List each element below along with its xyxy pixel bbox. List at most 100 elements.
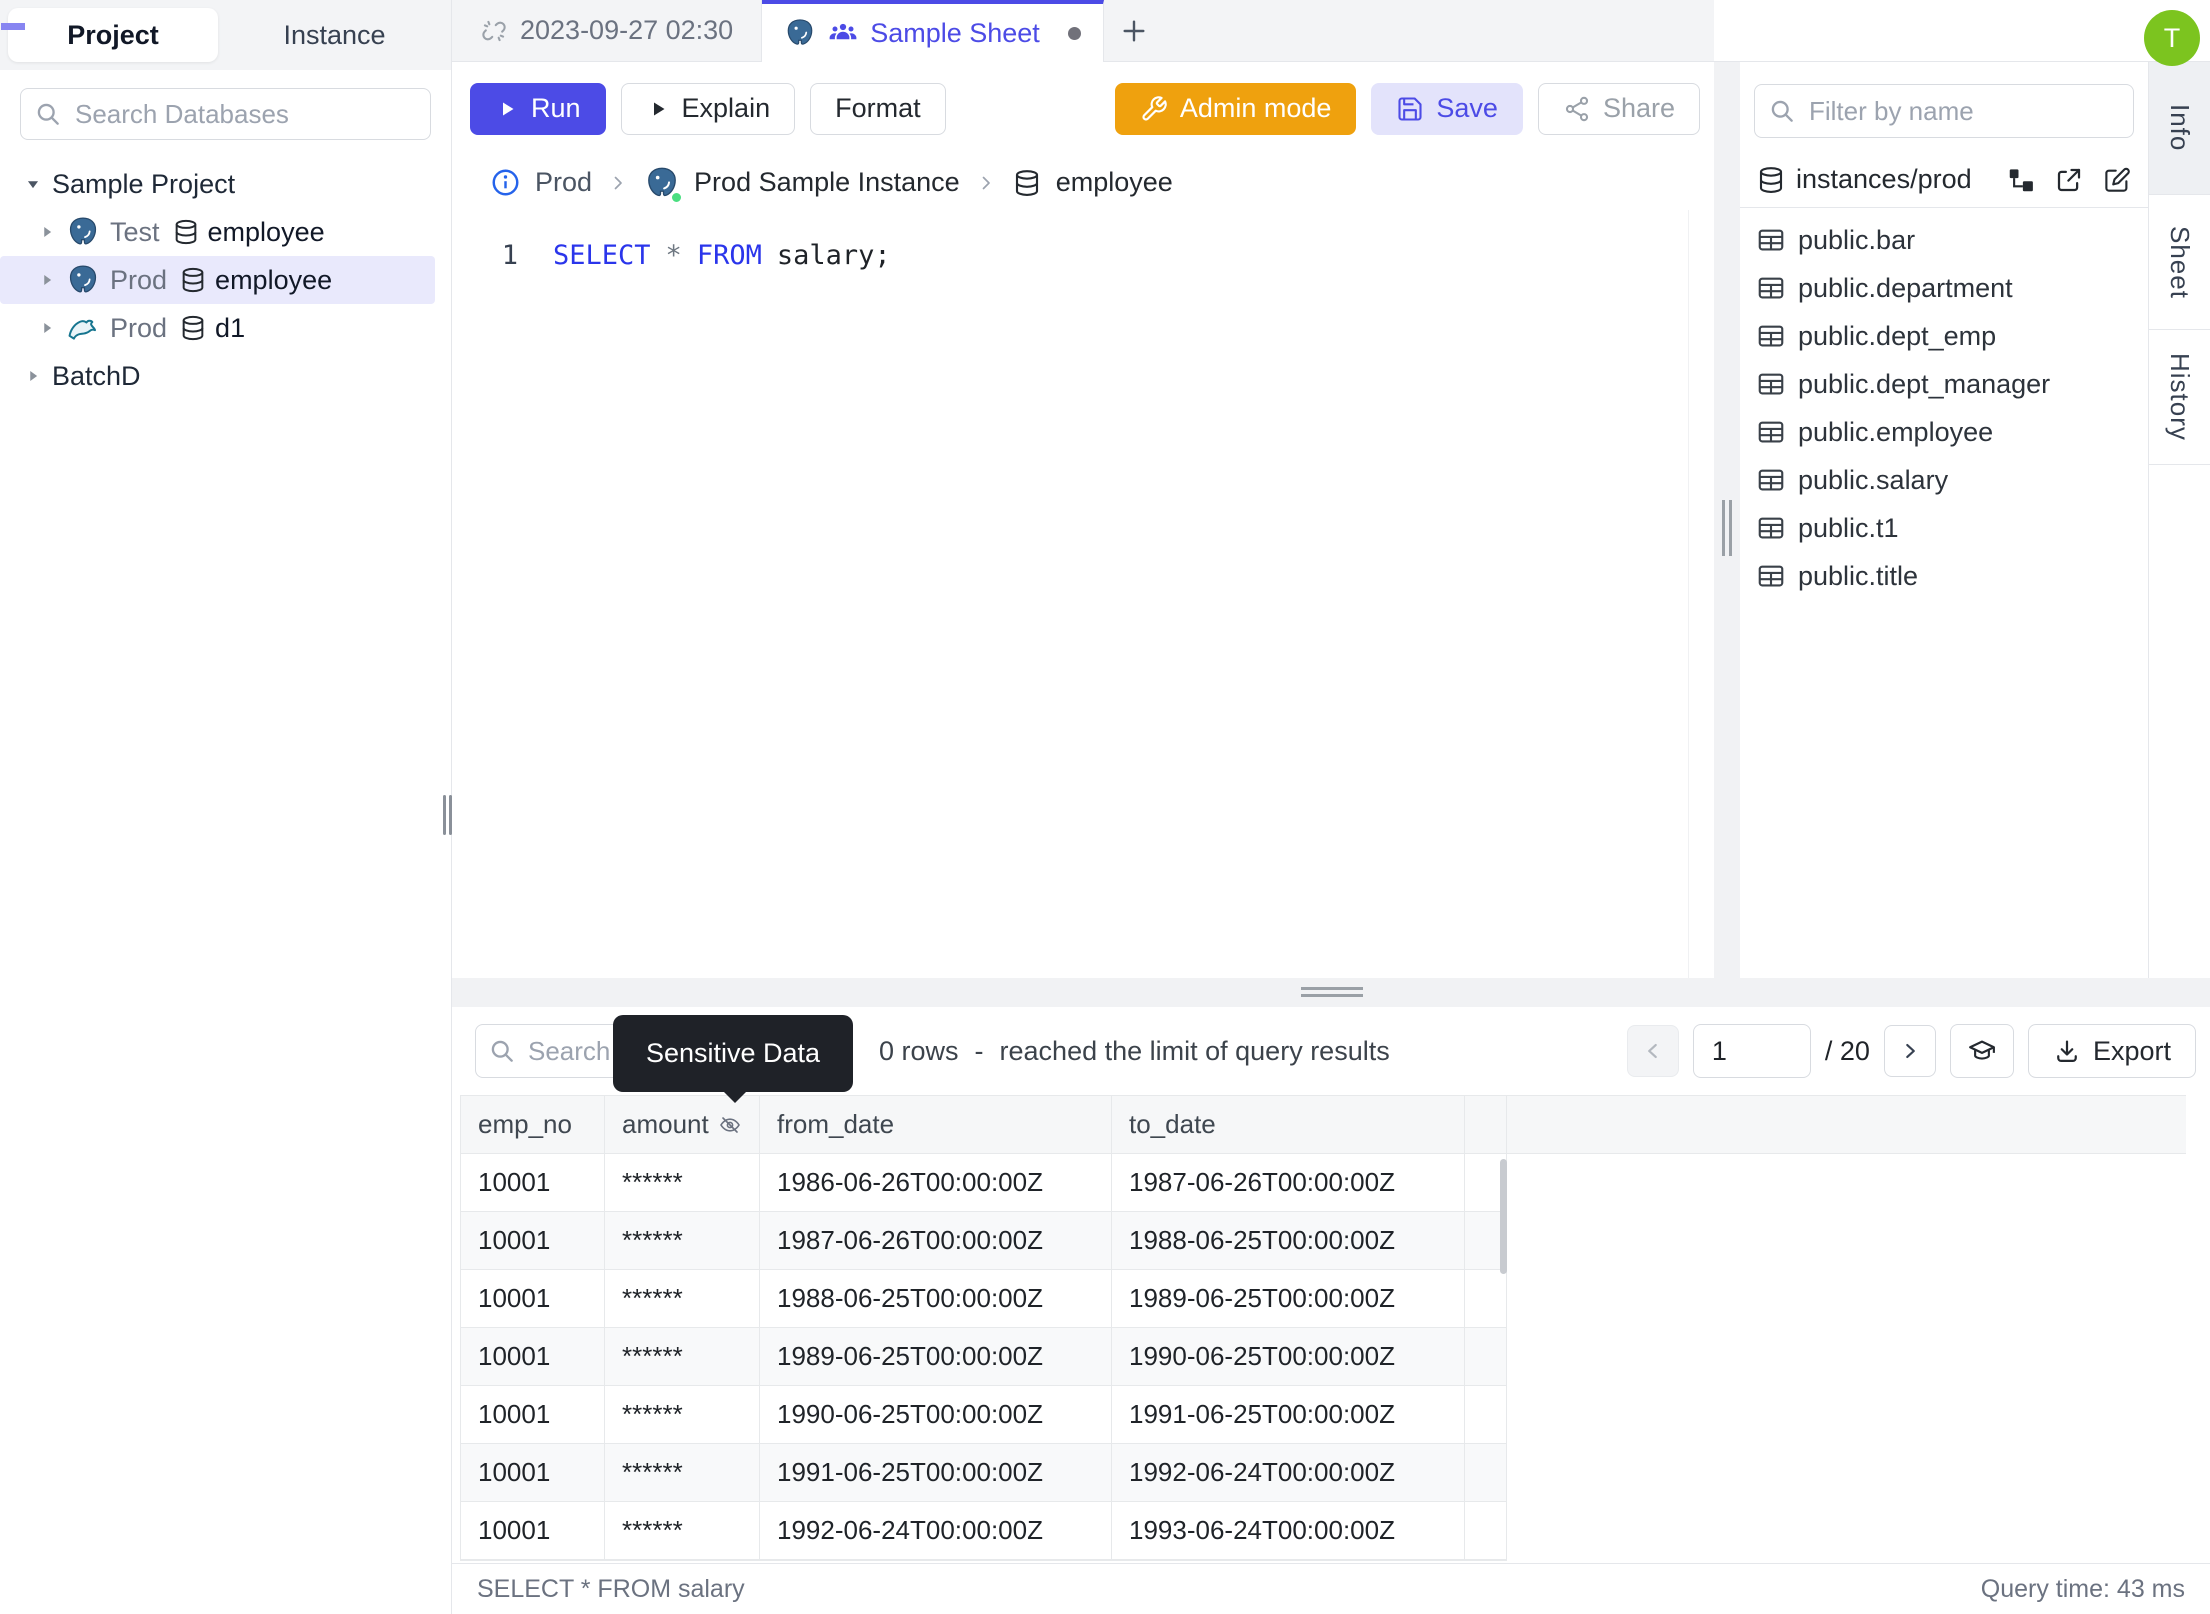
tree-item-prod-employee[interactable]: Prod employee — [0, 256, 435, 304]
info-icon[interactable] — [490, 167, 521, 198]
project-label: BatchD — [52, 360, 141, 391]
table-icon — [1756, 273, 1786, 303]
right-panel-resize-handle[interactable] — [1714, 62, 1740, 978]
table-row[interactable]: 10001 ****** 1989-06-25T00:00:00Z 1990-06-2… — [461, 1328, 1506, 1386]
avatar[interactable]: T — [2144, 10, 2200, 66]
table-scrollbar-thumb[interactable] — [1500, 1159, 1507, 1274]
column-header: to_date — [1112, 1096, 1465, 1153]
chevron-right-icon — [22, 365, 44, 387]
left-sidebar: Project Instance Sample Project Test emp… — [0, 0, 452, 1614]
table-icon — [1756, 561, 1786, 591]
sheet-tab-sample-sheet[interactable]: Sample Sheet — [762, 0, 1104, 62]
play-icon — [495, 97, 519, 121]
plus-icon — [1118, 15, 1150, 47]
share-icon — [1563, 95, 1591, 123]
breadcrumb-database[interactable]: employee — [1056, 167, 1173, 198]
save-button[interactable]: Save — [1371, 82, 1523, 135]
table-header-row: emp_no amount from_date to_date — [461, 1096, 1506, 1154]
admin-mode-button[interactable]: Admin mode — [1114, 82, 1357, 135]
table-row[interactable]: 10001 ****** 1988-06-25T00:00:00Z 1989-06-2… — [461, 1270, 1506, 1328]
run-button[interactable]: Run — [470, 82, 606, 135]
table-list-item[interactable]: public.dept_manager — [1740, 360, 2148, 408]
table-row[interactable]: 10001 ****** 1986-06-26T00:00:00Z 1987-06-2… — [461, 1154, 1506, 1212]
chevron-right-icon — [974, 171, 998, 195]
row-count: 0 rows — [879, 1035, 959, 1066]
eye-off-icon[interactable] — [718, 1113, 742, 1137]
external-link-icon[interactable] — [2054, 165, 2084, 195]
filter-by-name-input[interactable] — [1754, 84, 2134, 138]
side-tab-strip: Info Sheet History — [2148, 62, 2210, 978]
database-search — [20, 88, 431, 140]
table-list: public.bar public.department public.dept… — [1740, 208, 2148, 608]
postgresql-icon — [66, 215, 100, 249]
result-table: emp_no amount from_date to_date 10001 ***… — [460, 1095, 1507, 1561]
table-list-item[interactable]: public.title — [1740, 552, 2148, 600]
sql-editor[interactable]: 1 SELECT * FROM salary; — [452, 210, 1688, 978]
side-tab-history[interactable]: History — [2149, 330, 2210, 465]
page-total: / 20 — [1824, 1035, 1870, 1066]
postgresql-icon — [66, 263, 100, 297]
edit-icon[interactable] — [2102, 165, 2132, 195]
format-button[interactable]: Format — [810, 82, 946, 135]
schema-diagram-icon[interactable] — [2006, 165, 2036, 195]
unlink-icon — [480, 17, 508, 45]
side-tab-info[interactable]: Info — [2149, 62, 2210, 195]
admin-mode-label: Admin mode — [1179, 93, 1332, 123]
sheet-tab-unsaved[interactable]: 2023-09-27 02:30 — [452, 0, 763, 61]
environment-label: Test — [110, 216, 160, 247]
table-icon — [1756, 321, 1786, 351]
next-page-button[interactable] — [1883, 1025, 1936, 1077]
search-databases-input[interactable] — [20, 88, 431, 140]
tab-project[interactable]: Project — [8, 8, 218, 62]
editor-toolbar: Run Explain Format Admin mode Save Share — [452, 62, 1714, 155]
table-list-item[interactable]: public.dept_emp — [1740, 312, 2148, 360]
tab-instance[interactable]: Instance — [218, 20, 451, 51]
result-summary: 0 rows - reached the limit of query resu… — [879, 1035, 1390, 1066]
export-label: Export — [2092, 1035, 2171, 1066]
sheet-tab-bar: 2023-09-27 02:30 Sample Sheet — [452, 0, 1714, 62]
table-row[interactable]: 10001 ****** 1992-06-24T00:00:00Z 1993-06-2… — [461, 1502, 1506, 1560]
column-header: from_date — [760, 1096, 1112, 1153]
table-filter — [1754, 84, 2134, 138]
database-icon — [1012, 168, 1042, 198]
tree-item-test-employee[interactable]: Test employee — [0, 208, 451, 256]
prev-page-button[interactable] — [1626, 1025, 1679, 1077]
share-button[interactable]: Share — [1537, 82, 1700, 135]
table-row[interactable]: 10001 ****** 1990-06-25T00:00:00Z 1991-06-2… — [461, 1386, 1506, 1444]
table-row[interactable]: 10001 ****** 1991-06-25T00:00:00Z 1992-06-2… — [461, 1444, 1506, 1502]
table-list-item[interactable]: public.employee — [1740, 408, 2148, 456]
chevron-right-icon — [36, 221, 58, 243]
query-results-panel: 0 rows - reached the limit of query resu… — [452, 1007, 2210, 1563]
status-dot — [670, 190, 684, 204]
export-button[interactable]: Export — [2027, 1024, 2196, 1078]
sidebar-resize-handle[interactable] — [441, 0, 453, 1614]
learn-button[interactable] — [1949, 1024, 2014, 1078]
result-status-bar: SELECT * FROM salary Query time: 43 ms — [452, 1563, 2210, 1614]
table-list-item[interactable]: public.department — [1740, 264, 2148, 312]
sidebar-tab-switcher: Project Instance — [0, 0, 451, 70]
table-row[interactable]: 10001 ****** 1987-06-26T00:00:00Z 1988-06-2… — [461, 1212, 1506, 1270]
table-list-item[interactable]: public.bar — [1740, 216, 2148, 264]
breadcrumb-environment[interactable]: Prod — [535, 167, 592, 198]
project-label: Sample Project — [52, 168, 236, 199]
table-list-item[interactable]: public.t1 — [1740, 504, 2148, 552]
chevron-down-icon — [22, 173, 44, 195]
page-number-input[interactable] — [1692, 1024, 1811, 1078]
results-resize-handle[interactable] — [452, 978, 2210, 1007]
tree-item-batchd[interactable]: BatchD — [0, 352, 451, 400]
side-tab-sheet[interactable]: Sheet — [2149, 195, 2210, 330]
database-label: employee — [215, 264, 333, 295]
tree-item-sample-project[interactable]: Sample Project — [0, 160, 451, 208]
editor-minimap[interactable] — [1688, 210, 1714, 978]
tree-item-prod-d1[interactable]: Prod d1 — [0, 304, 451, 352]
graduation-cap-icon — [1967, 1036, 1997, 1066]
run-label: Run — [531, 93, 581, 123]
table-icon — [1756, 369, 1786, 399]
share-label: Share — [1602, 93, 1675, 123]
play-icon — [646, 97, 670, 121]
table-list-item[interactable]: public.salary — [1740, 456, 2148, 504]
explain-button[interactable]: Explain — [620, 82, 796, 135]
chevron-right-icon — [36, 269, 58, 291]
add-sheet-button[interactable] — [1104, 0, 1164, 61]
breadcrumb-instance[interactable]: Prod Sample Instance — [694, 167, 960, 198]
